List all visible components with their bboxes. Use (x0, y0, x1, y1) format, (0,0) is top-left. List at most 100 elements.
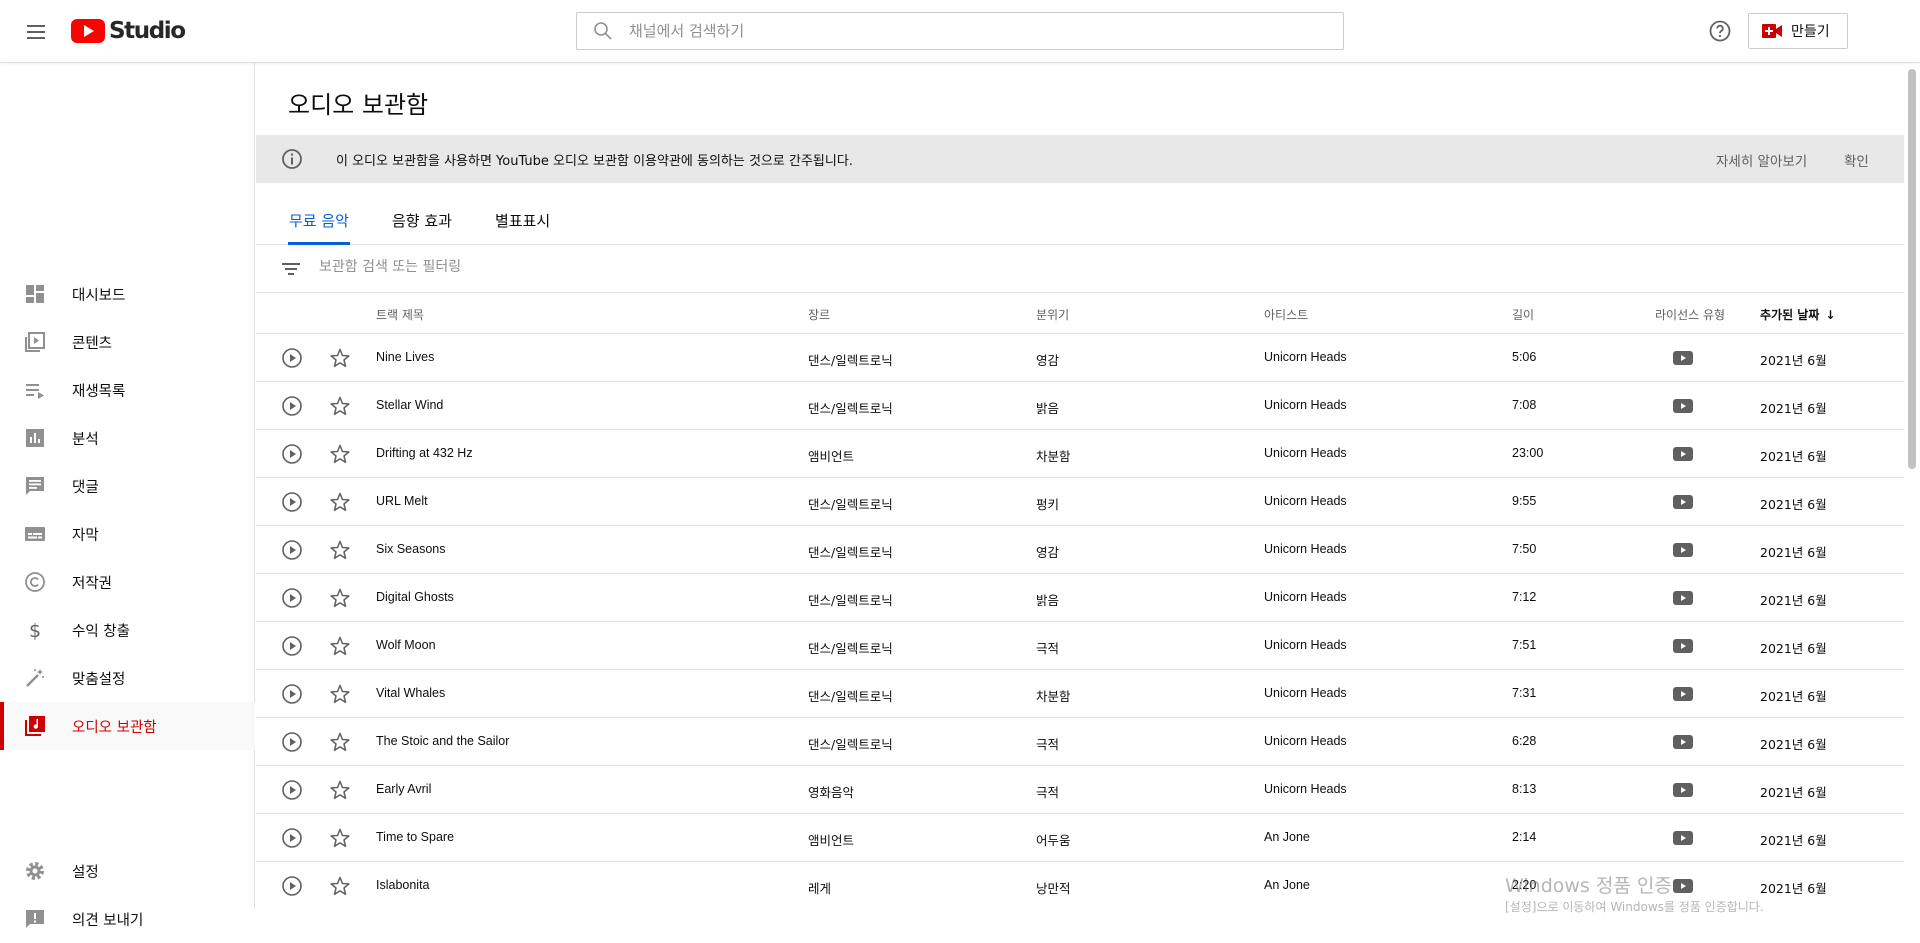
sidebar-item-audio-library[interactable]: 오디오 보관함 (0, 702, 255, 750)
menu-icon[interactable] (24, 20, 48, 44)
youtube-license-icon[interactable] (1673, 495, 1693, 509)
track-date-added: 2021년 6월 (1760, 881, 1827, 896)
star-icon[interactable] (329, 731, 351, 753)
star-icon[interactable] (329, 539, 351, 561)
play-icon[interactable] (281, 635, 303, 657)
sidebar-item-subtitles[interactable]: 자막 (0, 510, 255, 558)
star-icon[interactable] (329, 683, 351, 705)
column-genre[interactable]: 장르 (808, 306, 830, 323)
filter-input[interactable] (319, 259, 1119, 275)
table-row[interactable]: Nine Lives 댄스/일렉트로닉 영감 Unicorn Heads 5:06 202… (256, 334, 1904, 382)
column-mood[interactable]: 분위기 (1036, 306, 1069, 323)
table-row[interactable]: URL Melt 댄스/일렉트로닉 펑키 Unicorn Heads 9:55 2021년… (256, 478, 1904, 526)
play-icon[interactable] (281, 587, 303, 609)
track-genre: 앰비언트 (808, 449, 855, 464)
search-input[interactable] (629, 22, 1229, 40)
column-license[interactable]: 라이선스 유형 (1655, 306, 1725, 323)
sidebar-item-customization[interactable]: 맞춤설정 (0, 654, 255, 702)
track-date-added: 2021년 6월 (1760, 401, 1827, 416)
youtube-license-icon[interactable] (1673, 543, 1693, 557)
star-icon[interactable] (329, 347, 351, 369)
sidebar-item-playlists[interactable]: 재생목록 (0, 366, 255, 414)
star-icon[interactable] (329, 827, 351, 849)
star-icon[interactable] (329, 395, 351, 417)
tab-free-music[interactable]: 무료 음악 (288, 210, 350, 245)
table-row[interactable]: Digital Ghosts 댄스/일렉트로닉 밝음 Unicorn Heads 7:1… (256, 574, 1904, 622)
youtube-license-icon[interactable] (1673, 399, 1693, 413)
youtube-license-icon[interactable] (1673, 831, 1693, 845)
magic-wand-icon (26, 669, 44, 687)
youtube-license-icon[interactable] (1673, 447, 1693, 461)
tab-starred[interactable]: 별표표시 (495, 210, 550, 245)
table-row[interactable]: Vital Whales 댄스/일렉트로닉 차분함 Unicorn Heads 7:31… (256, 670, 1904, 718)
search-box[interactable] (576, 12, 1344, 50)
play-icon[interactable] (281, 491, 303, 513)
sidebar-item-analytics[interactable]: 분석 (0, 414, 255, 462)
table-row[interactable]: Stellar Wind 댄스/일렉트로닉 밝음 Unicorn Heads 7:08 2… (256, 382, 1904, 430)
table-row[interactable]: Drifting at 432 Hz 앰비언트 차분함 Unicorn Heads 23… (256, 430, 1904, 478)
sidebar-item-comments[interactable]: 댓글 (0, 462, 255, 510)
youtube-license-icon[interactable] (1673, 735, 1693, 749)
track-genre: 댄스/일렉트로닉 (808, 641, 893, 656)
play-icon[interactable] (281, 779, 303, 801)
sidebar-item-settings[interactable]: 설정 (0, 847, 255, 895)
sidebar-item-copyright[interactable]: 저작권 (0, 558, 255, 606)
table-row[interactable]: Islabonita 레게 낭만적 An Jone 2:20 2021년 6월 (256, 862, 1904, 909)
track-duration: 7:08 (1512, 398, 1537, 412)
track-mood: 차분함 (1036, 449, 1071, 464)
track-genre: 댄스/일렉트로닉 (808, 353, 893, 368)
play-icon[interactable] (281, 395, 303, 417)
star-icon[interactable] (329, 875, 351, 897)
column-title[interactable]: 트랙 제목 (376, 306, 424, 323)
youtube-license-icon[interactable] (1673, 591, 1693, 605)
star-icon[interactable] (329, 443, 351, 465)
sidebar-item-label: 맞춤설정 (72, 671, 126, 688)
star-icon[interactable] (329, 779, 351, 801)
table-row[interactable]: Wolf Moon 댄스/일렉트로닉 극적 Unicorn Heads 7:51 2021… (256, 622, 1904, 670)
sidebar-item-label: 콘텐츠 (72, 335, 113, 352)
learn-more-link[interactable]: 자세히 알아보기 (1716, 150, 1807, 170)
play-icon[interactable] (281, 875, 303, 897)
arrow-down-icon: ↓ (1825, 308, 1836, 322)
sidebar-item-content[interactable]: 콘텐츠 (0, 318, 255, 366)
column-duration[interactable]: 길이 (1512, 306, 1534, 323)
tab-sound-effects[interactable]: 음향 효과 (392, 210, 452, 245)
sidebar-item-dashboard[interactable]: 대시보드 (0, 270, 255, 318)
track-duration: 6:28 (1512, 734, 1537, 748)
youtube-license-icon[interactable] (1673, 687, 1693, 701)
banner-message: 이 오디오 보관함을 사용하면 YouTube 오디오 보관함 이용약관에 동의… (336, 154, 853, 169)
play-icon[interactable] (281, 683, 303, 705)
filter-icon[interactable] (281, 260, 301, 278)
track-mood: 극적 (1036, 641, 1060, 656)
play-icon[interactable] (281, 539, 303, 561)
play-icon[interactable] (281, 827, 303, 849)
studio-logo[interactable]: Studio (71, 17, 186, 45)
sidebar-item-feedback[interactable]: 의견 보내기 (0, 895, 255, 943)
youtube-license-icon[interactable] (1673, 639, 1693, 653)
play-icon[interactable] (281, 443, 303, 465)
play-icon[interactable] (281, 731, 303, 753)
star-icon[interactable] (329, 491, 351, 513)
column-artist[interactable]: 아티스트 (1264, 306, 1308, 323)
track-title: Islabonita (376, 878, 430, 892)
table-row[interactable]: Time to Spare 앰비언트 어두움 An Jone 2:14 2021년 6월 (256, 814, 1904, 862)
scrollbar[interactable] (1904, 63, 1920, 909)
scrollbar-thumb[interactable] (1908, 69, 1916, 469)
table-row[interactable]: Six Seasons 댄스/일렉트로닉 영감 Unicorn Heads 7:50 20… (256, 526, 1904, 574)
track-mood: 펑키 (1036, 497, 1060, 512)
star-icon[interactable] (329, 635, 351, 657)
youtube-license-icon[interactable] (1673, 783, 1693, 797)
play-icon[interactable] (281, 347, 303, 369)
star-icon[interactable] (329, 587, 351, 609)
sidebar-item-label: 분석 (72, 431, 99, 448)
confirm-button[interactable]: 확인 (1844, 150, 1869, 170)
youtube-license-icon[interactable] (1673, 351, 1693, 365)
table-row[interactable]: The Stoic and the Sailor 댄스/일렉트로닉 극적 Unicor… (256, 718, 1904, 766)
table-row[interactable]: Early Avril 영화음악 극적 Unicorn Heads 8:13 2021년 … (256, 766, 1904, 814)
track-duration: 5:06 (1512, 350, 1537, 364)
create-button[interactable]: 만들기 (1748, 13, 1848, 49)
youtube-license-icon[interactable] (1673, 879, 1693, 893)
column-date-added[interactable]: 추가된 날짜 ↓ (1760, 306, 1835, 323)
sidebar-item-monetization[interactable]: $ 수익 창출 (0, 606, 255, 654)
help-icon[interactable] (1708, 19, 1732, 43)
